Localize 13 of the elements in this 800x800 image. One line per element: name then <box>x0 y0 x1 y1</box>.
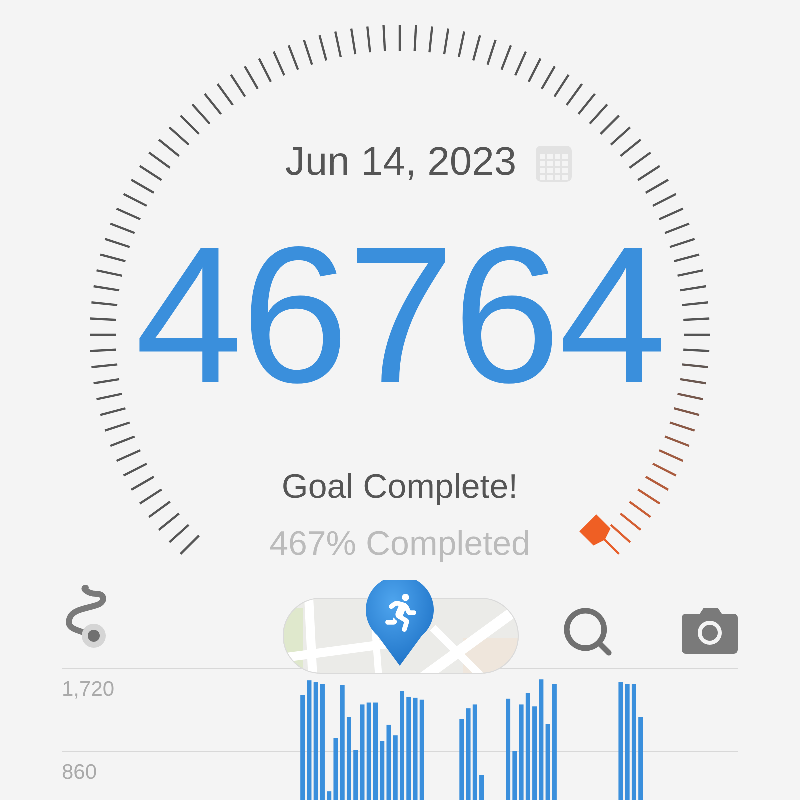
gridline-label: 1,720 <box>62 678 115 701</box>
gridline-label: 860 <box>62 761 98 784</box>
runner-pin-icon[interactable] <box>364 580 436 666</box>
camera-icon[interactable] <box>682 608 738 654</box>
bar <box>354 750 358 800</box>
date-label: Jun 14, 2023 <box>285 140 517 185</box>
gauge-marker <box>580 514 611 546</box>
goal-status: Goal Complete! <box>282 468 518 507</box>
percent-completed: 467% Completed <box>270 525 530 564</box>
bar <box>480 775 484 800</box>
bar <box>380 741 385 800</box>
step-count: 46764 <box>135 219 665 413</box>
bar <box>393 736 398 800</box>
